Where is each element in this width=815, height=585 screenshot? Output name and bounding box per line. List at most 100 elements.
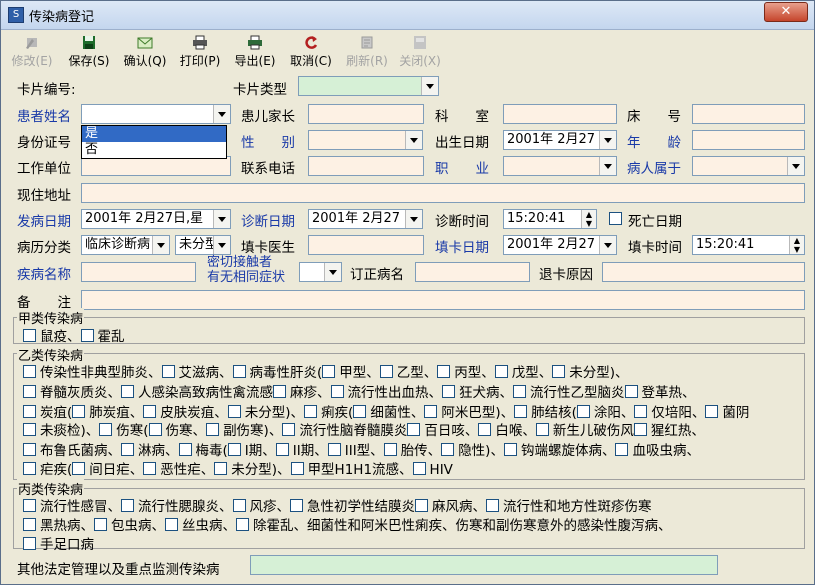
disease-checkbox[interactable] (282, 423, 296, 436)
cancel-button[interactable]: 取消(C) (287, 35, 335, 69)
disease-checkbox[interactable] (143, 405, 157, 418)
disease-checkbox[interactable] (290, 499, 303, 512)
disease-option[interactable]: 布鲁氏菌病、 (23, 443, 121, 459)
disease-checkbox[interactable] (634, 405, 648, 418)
disease-checkbox[interactable] (23, 443, 36, 456)
disease-option[interactable]: 登革热、 (624, 385, 696, 401)
dropdown-option[interactable]: 是 (82, 126, 226, 142)
guardian-field[interactable] (308, 104, 424, 124)
phone-field[interactable] (308, 156, 424, 176)
disease-checkbox[interactable] (615, 443, 629, 456)
disease-option[interactable]: 胎传、 (383, 443, 441, 459)
close-button[interactable]: 关闭(X) (397, 35, 443, 69)
disease-option[interactable]: HIV (412, 462, 453, 478)
disease-option[interactable]: 急性初学性结膜炎 (290, 499, 415, 515)
window-close-button[interactable]: ✕ (764, 2, 808, 22)
age-field[interactable] (692, 130, 805, 150)
disease-checkbox[interactable] (178, 443, 192, 456)
disease-checkbox[interactable] (327, 443, 341, 456)
disease-checkbox[interactable] (330, 385, 344, 398)
dropdown-option[interactable]: 否 (82, 142, 226, 158)
disease-checkbox[interactable] (165, 518, 178, 531)
disease-checkbox[interactable] (412, 462, 426, 475)
disease-checkbox[interactable] (23, 423, 36, 436)
disease-option[interactable]: 病毒性肝炎( (232, 365, 322, 381)
disease-option[interactable]: 未分型)、 (552, 365, 629, 381)
disease-option[interactable]: 新生儿破伤风 (535, 423, 634, 439)
disease-option[interactable]: 包虫病、 (94, 518, 165, 534)
diagnosis-time-stepper[interactable]: 15:20:41 ▲ ▼ (503, 209, 597, 229)
belongs-select[interactable] (692, 156, 805, 176)
disease-checkbox[interactable] (705, 405, 719, 418)
disease-checkbox[interactable] (23, 499, 36, 512)
disease-checkbox[interactable] (353, 405, 367, 418)
disease-option[interactable]: 麻疹、 (273, 385, 331, 401)
disease-checkbox[interactable] (576, 405, 590, 418)
disease-option[interactable]: 隐性)、 (441, 443, 504, 459)
patient-name-select[interactable] (81, 104, 231, 124)
disease-checkbox[interactable] (227, 405, 241, 418)
refresh-button[interactable]: 刷新(R) (343, 35, 391, 69)
fill-date-picker[interactable]: 2001年 2月27 (503, 235, 617, 255)
disease-option[interactable]: 霍乱 (80, 329, 125, 345)
disease-checkbox[interactable] (23, 405, 36, 418)
disease-checkbox[interactable] (304, 405, 318, 418)
disease-checkbox[interactable] (633, 423, 647, 436)
disease-option[interactable]: 丙型、 (437, 365, 495, 381)
disease-option[interactable]: 鼠疫、 (23, 329, 81, 345)
other-disease-field[interactable] (250, 555, 718, 575)
disease-checkbox[interactable] (236, 518, 249, 531)
disease-option[interactable]: 未痰检)、 (23, 423, 99, 439)
disease-option[interactable]: 伤寒、 (148, 423, 206, 439)
disease-checkbox[interactable] (214, 462, 228, 475)
disease-checkbox[interactable] (232, 365, 246, 378)
disease-option[interactable]: 钩端螺旋体病、 (503, 443, 615, 459)
disease-checkbox[interactable] (232, 499, 246, 512)
disease-option[interactable]: 菌阴 (705, 405, 749, 421)
disease-checkbox[interactable] (80, 329, 94, 342)
export-button[interactable]: 导出(E) (231, 35, 279, 69)
disease-checkbox[interactable] (206, 423, 220, 436)
disease-option[interactable]: 脊髓灰质炎、 (23, 385, 121, 401)
disease-checkbox[interactable] (23, 462, 36, 475)
disease-option[interactable]: 戊型、 (494, 365, 552, 381)
disease-checkbox[interactable] (94, 518, 107, 531)
reporter-field[interactable] (308, 235, 424, 255)
disease-checkbox[interactable] (424, 405, 438, 418)
disease-option[interactable]: 疟疾( (23, 462, 72, 478)
birth-date-picker[interactable]: 2001年 2月27 (503, 130, 617, 150)
disease-option[interactable]: 副伤寒)、 (206, 423, 282, 439)
disease-option[interactable]: I期、 (227, 443, 276, 459)
disease-checkbox[interactable] (72, 405, 86, 418)
disease-checkbox[interactable] (148, 423, 162, 436)
spinner-icon[interactable]: ▲ ▼ (789, 236, 804, 254)
disease-option[interactable]: 恶性疟、 (143, 462, 214, 478)
confirm-button[interactable]: 确认(Q) (121, 35, 169, 69)
disease-checkbox[interactable] (442, 385, 455, 398)
card-type-select[interactable] (298, 76, 439, 96)
disease-option[interactable]: 未分型)、 (214, 462, 291, 478)
disease-checkbox[interactable] (478, 423, 492, 436)
bed-field[interactable] (692, 104, 805, 124)
spinner-icon[interactable]: ▲ ▼ (581, 210, 596, 228)
disease-name-field[interactable] (81, 262, 196, 282)
disease-option[interactable]: 狂犬病、 (442, 385, 513, 401)
disease-checkbox[interactable] (23, 385, 36, 398)
sex-select[interactable] (308, 130, 423, 150)
edit-button[interactable]: 修改(E) (11, 35, 53, 69)
diagnosis-date-picker[interactable]: 2001年 2月27 (308, 209, 423, 229)
disease-option[interactable]: 流行性脑脊髓膜炎 (282, 423, 407, 439)
disease-checkbox[interactable] (121, 385, 134, 398)
disease-option[interactable]: 间日疟、 (72, 462, 143, 478)
disease-checkbox[interactable] (99, 423, 113, 436)
disease-checkbox[interactable] (379, 365, 393, 378)
disease-option[interactable]: 手足口病 (23, 537, 94, 553)
disease-option[interactable]: 麻风病、 (415, 499, 486, 515)
disease-option[interactable]: 淋病、 (121, 443, 179, 459)
department-field[interactable] (503, 104, 617, 124)
disease-option[interactable]: 流行性和地方性斑疹伤寒 (486, 499, 652, 515)
disease-checkbox[interactable] (143, 462, 157, 475)
disease-option[interactable]: 百日咳、 (407, 423, 478, 439)
disease-checkbox[interactable] (486, 499, 499, 512)
disease-checkbox[interactable] (494, 365, 508, 378)
